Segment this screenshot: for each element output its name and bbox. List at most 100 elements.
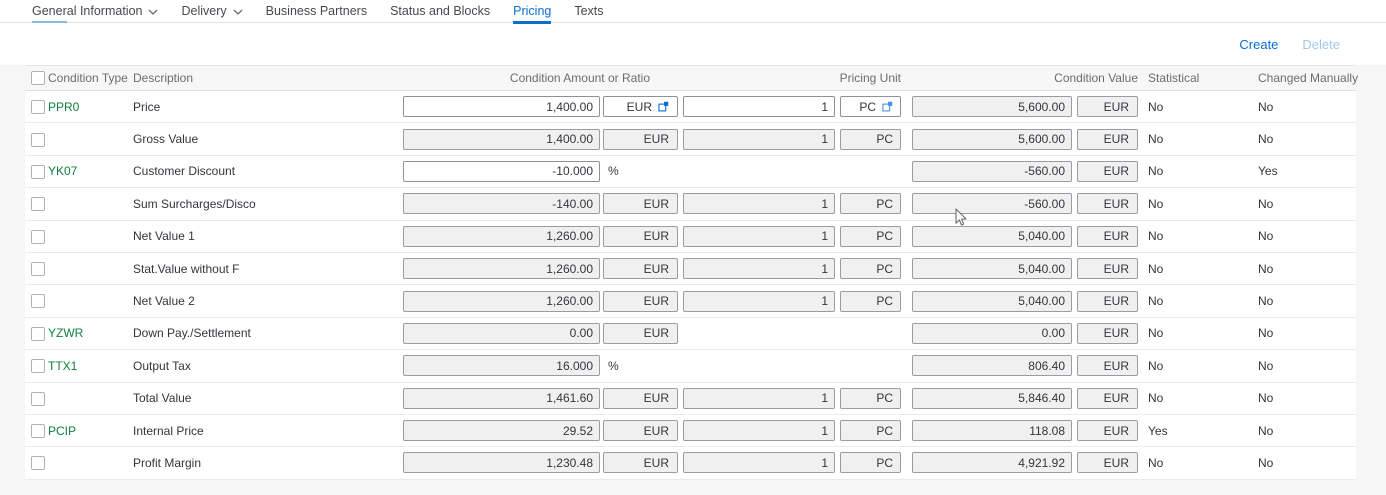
row-checkbox[interactable]	[31, 294, 45, 309]
row-checkbox[interactable]	[31, 326, 45, 341]
condition-value-currency: EUR	[1077, 387, 1138, 409]
changed-manually-value: No	[1258, 261, 1274, 276]
changed-manually-value: No	[1258, 423, 1274, 438]
mouse-cursor-icon	[955, 208, 967, 226]
statistical-value: No	[1148, 294, 1164, 309]
pricing-unit-input: PC	[840, 420, 901, 442]
currency-input: EUR	[603, 420, 678, 442]
select-all-checkbox[interactable]	[31, 71, 45, 86]
statistical-value: No	[1148, 358, 1164, 373]
currency-code: EUR	[1103, 196, 1129, 211]
row-checkbox[interactable]	[31, 456, 45, 471]
statistical-value: Yes	[1148, 423, 1168, 438]
pricing-unit-qty-input: 1	[683, 258, 835, 280]
col-statistical: Statistical	[1148, 71, 1200, 85]
row-checkbox[interactable]	[31, 391, 45, 406]
currency-code: EUR	[643, 132, 669, 147]
row-checkbox[interactable]	[31, 100, 45, 115]
pricing-unit-qty-input: 1	[683, 387, 835, 409]
amount-input[interactable]: -10.000	[403, 160, 600, 182]
row-checkbox[interactable]	[31, 197, 45, 212]
table-row: Total Value 1,461.60 EUR 1 PC 5,846.40 EUR No No	[25, 382, 1356, 415]
condition-description: Stat.Value without F	[133, 261, 240, 276]
condition-type-link[interactable]: PPR0	[48, 100, 133, 114]
tab-delivery[interactable]: Delivery	[181, 0, 243, 23]
col-condition-type: Condition Type	[48, 71, 128, 85]
table-row: TTX1 Output Tax 16.000% 806.40 EUR No No	[25, 350, 1356, 383]
tab-business-partners[interactable]: Business Partners	[266, 0, 367, 23]
pricing-unit-input: PC	[840, 128, 901, 150]
condition-value-input: 5,040.00	[912, 258, 1072, 280]
condition-description: Profit Margin	[133, 455, 202, 470]
unit-code: PC	[876, 261, 893, 276]
changed-manually-value: No	[1258, 358, 1274, 373]
amount-input[interactable]: 1,400.00	[403, 96, 600, 118]
tab-label: General Information	[32, 4, 143, 18]
pricing-unit-input: PC	[840, 290, 901, 312]
tab-texts[interactable]: Texts	[574, 0, 603, 23]
pricing-unit-qty-input: 1	[683, 452, 835, 474]
row-checkbox[interactable]	[31, 132, 45, 147]
condition-value-currency: EUR	[1077, 128, 1138, 150]
condition-type-link[interactable]: TTX1	[48, 359, 133, 373]
changed-manually-value: No	[1258, 294, 1274, 309]
tab-status-and-blocks[interactable]: Status and Blocks	[390, 0, 490, 23]
currency-code: EUR	[643, 326, 669, 341]
row-checkbox[interactable]	[31, 359, 45, 374]
pricing-unit-qty-input: 1	[683, 290, 835, 312]
currency-input: EUR	[603, 128, 678, 150]
row-checkbox[interactable]	[31, 229, 45, 244]
tab-label: Business Partners	[265, 4, 368, 18]
currency-code: EUR	[643, 294, 669, 309]
currency-input[interactable]: EUR	[603, 96, 678, 118]
statistical-value: No	[1148, 455, 1164, 470]
col-condition-value: Condition Value	[1054, 71, 1138, 85]
statistical-value: No	[1148, 164, 1164, 179]
currency-code: EUR	[643, 229, 669, 244]
changed-manually-value: Yes	[1258, 164, 1278, 179]
condition-description: Net Value 2	[133, 294, 195, 309]
chevron-down-icon[interactable]	[233, 4, 243, 18]
amount-input: 1,260.00	[403, 225, 600, 247]
create-button[interactable]: Create	[1239, 37, 1278, 52]
value-help-icon[interactable]	[658, 101, 669, 112]
currency-input: EUR	[603, 193, 678, 215]
statistical-value: No	[1148, 326, 1164, 341]
currency-code: EUR	[1103, 423, 1129, 438]
currency-code: EUR	[1103, 294, 1129, 309]
pricing-unit-input: PC	[840, 225, 901, 247]
condition-description: Price	[133, 99, 161, 114]
chevron-down-icon[interactable]	[148, 4, 158, 18]
unit-code: PC	[876, 423, 893, 438]
unit-code: PC	[876, 294, 893, 309]
currency-code: EUR	[1103, 164, 1129, 179]
statistical-value: No	[1148, 391, 1164, 406]
condition-type-link[interactable]: YK07	[48, 164, 133, 178]
currency-input: EUR	[603, 258, 678, 280]
condition-value-input: 5,040.00	[912, 225, 1072, 247]
table-row: Sum Surcharges/Disco -140.00 EUR 1 PC -560.00…	[25, 188, 1356, 221]
condition-type-link[interactable]: YZWR	[48, 326, 133, 340]
statistical-value: No	[1148, 99, 1164, 114]
condition-value-input: 806.40	[912, 355, 1072, 377]
currency-code: EUR	[643, 455, 669, 470]
condition-type-link[interactable]: PCIP	[48, 424, 133, 438]
condition-description: Internal Price	[133, 423, 204, 438]
value-help-icon[interactable]	[882, 101, 893, 112]
pricing-unit-input[interactable]: PC	[840, 96, 901, 118]
currency-code: EUR	[1103, 391, 1129, 406]
table-row: Stat.Value without F 1,260.00 EUR 1 PC 5,040.…	[25, 252, 1356, 286]
row-checkbox[interactable]	[31, 164, 45, 179]
amount-input: 1,230.48	[403, 452, 600, 474]
row-checkbox[interactable]	[31, 262, 45, 277]
row-checkbox[interactable]	[31, 424, 45, 439]
tab-pricing[interactable]: Pricing	[513, 0, 552, 24]
table-row: Profit Margin 1,230.48 EUR 1 PC 4,921.92 EUR No…	[25, 447, 1356, 480]
tab-general-information[interactable]: General Information	[32, 0, 158, 23]
amount-input: 0.00	[403, 322, 600, 344]
currency-code: EUR	[1103, 326, 1129, 341]
delete-button[interactable]: Delete	[1302, 37, 1340, 52]
pricing-unit-qty-input[interactable]: 1	[683, 96, 835, 118]
changed-manually-value: No	[1258, 455, 1274, 470]
currency-code: EUR	[643, 423, 669, 438]
